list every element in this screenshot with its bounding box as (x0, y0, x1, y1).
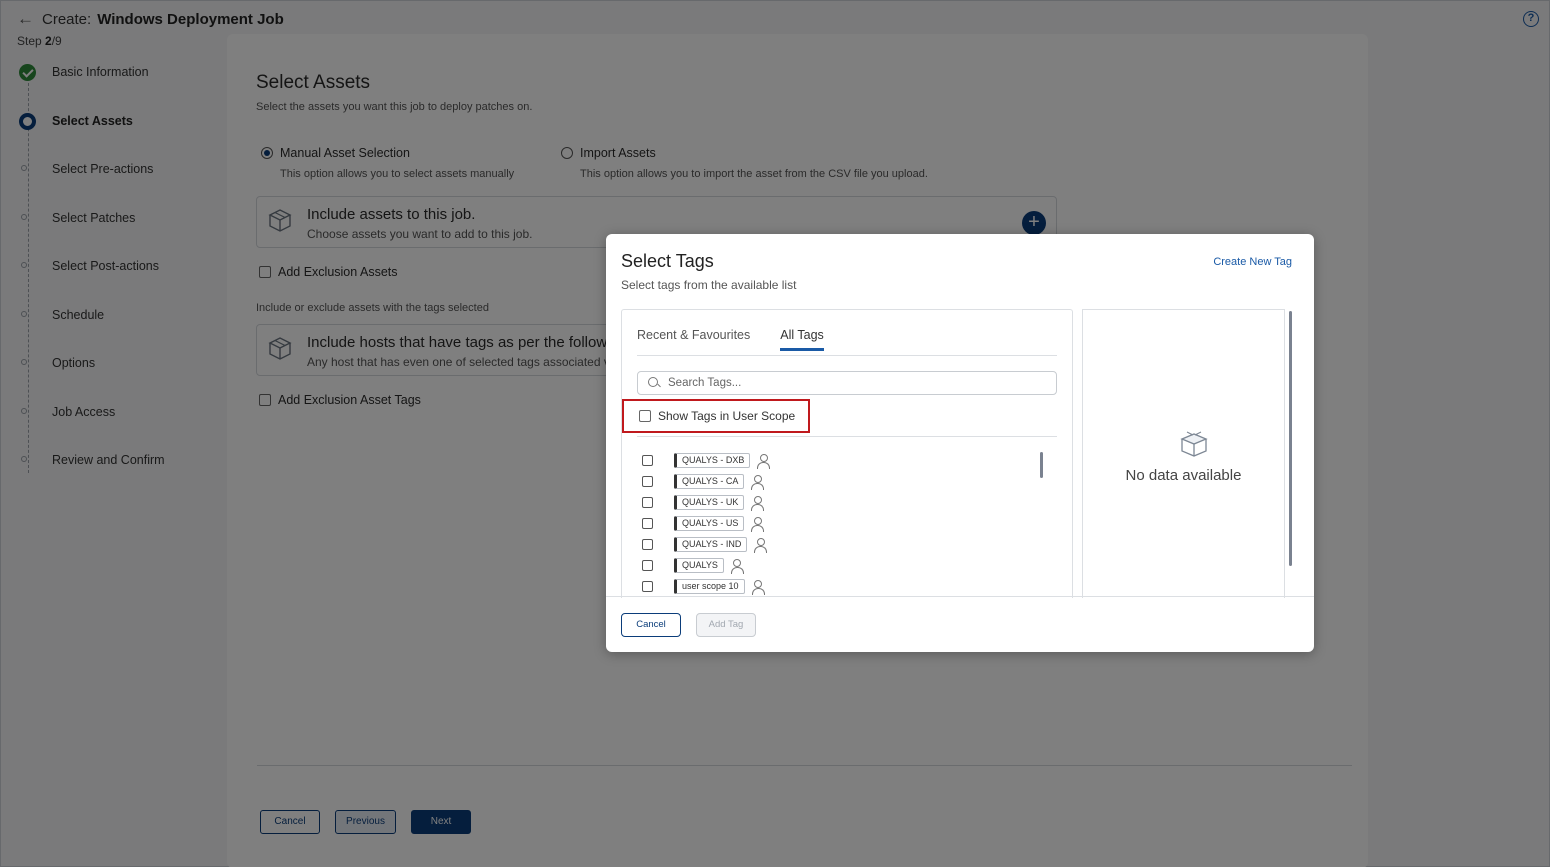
modal-cancel-button[interactable]: Cancel (621, 613, 681, 637)
modal-footer-divider (606, 596, 1314, 597)
tag-checkbox[interactable] (642, 539, 653, 550)
user-icon (756, 453, 771, 469)
tabs-divider (637, 355, 1057, 356)
modal-subtitle: Select tags from the available list (621, 278, 797, 292)
user-icon (751, 579, 765, 595)
show-tags-in-user-scope-checkbox[interactable]: Show Tags in User Scope (622, 399, 810, 433)
tag-picker-pane: Recent & Favourites All Tags Show Tags i… (621, 309, 1073, 598)
modal-title: Select Tags (621, 251, 714, 271)
empty-box-icon (1180, 431, 1208, 457)
list-divider (637, 436, 1057, 437)
tag-chip: QUALYS - CA (674, 474, 745, 489)
tag-chip: QUALYS - IND (674, 537, 748, 552)
user-icon (753, 537, 768, 553)
tag-row: QUALYS - US (642, 513, 770, 534)
tag-tabs: Recent & Favourites All Tags (637, 328, 854, 351)
selected-pane-scrollbar[interactable] (1289, 311, 1292, 566)
show-tags-in-user-scope-label: Show Tags in User Scope (658, 409, 796, 423)
tab-all-tags[interactable]: All Tags (780, 328, 824, 351)
tag-checkbox[interactable] (642, 497, 653, 508)
tag-checkbox[interactable] (642, 518, 653, 529)
search-input[interactable] (668, 377, 1048, 389)
tag-chip: user scope 10 (674, 579, 745, 594)
select-tags-modal: Select Tags Select tags from the availab… (606, 234, 1314, 652)
tag-checkbox[interactable] (642, 455, 653, 466)
tag-row: QUALYS - IND (642, 534, 770, 555)
user-icon (750, 474, 765, 490)
tag-row: QUALYS - DXB (642, 450, 771, 471)
tag-chip: QUALYS (674, 558, 724, 573)
user-icon (750, 495, 765, 511)
tag-chip: QUALYS - US (674, 516, 745, 531)
tag-row: user scope 10 (642, 576, 770, 597)
add-tag-button[interactable]: Add Tag (696, 613, 756, 637)
checkbox-icon (639, 410, 651, 422)
tag-chip: QUALYS - UK (674, 495, 745, 510)
selected-tags-pane: No data available (1082, 309, 1285, 598)
tag-row: QUALYS - UK (642, 492, 770, 513)
tag-row: QUALYS (642, 555, 770, 576)
search-icon (648, 377, 660, 389)
tag-list-scrollbar[interactable] (1040, 452, 1043, 478)
tag-list: QUALYS - DXB QUALYS - CA QUALYS - UK QUA… (642, 450, 771, 597)
tag-checkbox[interactable] (642, 560, 653, 571)
search-box (637, 371, 1057, 395)
user-icon (730, 558, 744, 574)
tag-chip: QUALYS - DXB (674, 453, 751, 468)
tab-recent-favourites[interactable]: Recent & Favourites (637, 328, 750, 351)
no-data-message: No data available (1125, 467, 1242, 484)
user-icon (750, 516, 765, 532)
tag-checkbox[interactable] (642, 476, 653, 487)
create-new-tag-link[interactable]: Create New Tag (1213, 256, 1292, 268)
tag-row: QUALYS - CA (642, 471, 770, 492)
tag-checkbox[interactable] (642, 581, 653, 592)
